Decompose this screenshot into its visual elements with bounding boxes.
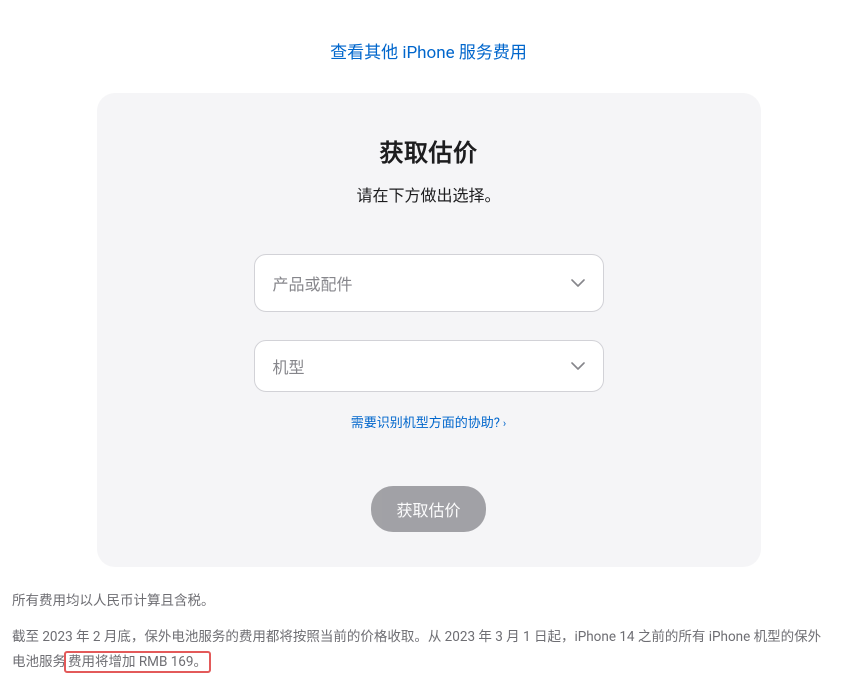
submit-wrapper: 获取估价 bbox=[147, 486, 711, 532]
product-select[interactable]: 产品或配件 bbox=[254, 254, 604, 312]
get-estimate-button[interactable]: 获取估价 bbox=[371, 486, 485, 532]
help-link-label: 需要识别机型方面的协助? bbox=[351, 416, 500, 431]
card-title: 获取估价 bbox=[147, 133, 711, 168]
model-select[interactable]: 机型 bbox=[254, 340, 604, 392]
price-increase-highlight: 费用将增加 RMB 169。 bbox=[64, 651, 211, 673]
other-services-link[interactable]: 查看其他 iPhone 服务费用 bbox=[330, 43, 527, 63]
help-link-container: 需要识别机型方面的协助?› bbox=[147, 412, 711, 431]
model-select-wrapper: 机型 bbox=[254, 340, 604, 392]
estimate-card: 获取估价 请在下方做出选择。 产品或配件 机型 需要识别机型方面的协助?› 获取… bbox=[97, 93, 761, 567]
model-select-placeholder: 机型 bbox=[273, 354, 305, 378]
card-subtitle: 请在下方做出选择。 bbox=[147, 182, 711, 206]
footnote-line-2: 截至 2023 年 2 月底，保外电池服务的费用都将按照当前的价格收取。从 20… bbox=[12, 625, 832, 676]
top-link-container: 查看其他 iPhone 服务费用 bbox=[0, 0, 857, 93]
product-select-wrapper: 产品或配件 bbox=[254, 254, 604, 312]
chevron-down-icon bbox=[571, 362, 585, 370]
product-select-placeholder: 产品或配件 bbox=[273, 271, 353, 295]
chevron-down-icon bbox=[571, 279, 585, 287]
footnote-line-1: 所有费用均以人民币计算且含税。 bbox=[12, 589, 832, 615]
chevron-right-icon: › bbox=[503, 417, 506, 430]
identify-model-help-link[interactable]: 需要识别机型方面的协助?› bbox=[351, 416, 506, 431]
